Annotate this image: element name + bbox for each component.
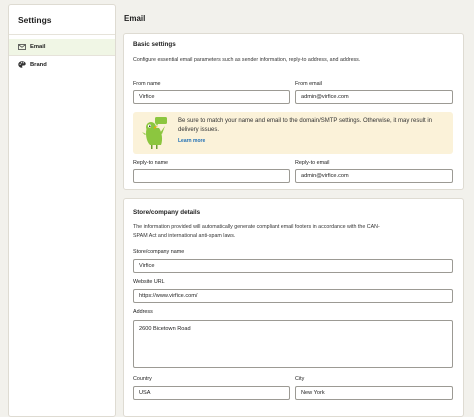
sidebar-item-brand[interactable]: Brand — [9, 56, 115, 73]
reply-to-name-label: Reply-to name — [133, 160, 169, 166]
mascot-icon — [139, 115, 173, 156]
website-url-label: Website URL — [133, 279, 165, 285]
mail-icon — [18, 44, 26, 51]
country-field[interactable]: USA — [133, 386, 290, 400]
basic-settings-description: Configure essential email parameters suc… — [133, 57, 361, 63]
sidebar-item-label: Brand — [30, 61, 47, 68]
settings-sidebar: Settings Email Brand — [8, 4, 116, 417]
city-label: City — [295, 376, 305, 382]
company-name-label: Store/company name — [133, 249, 185, 255]
from-name-label: From name — [133, 81, 161, 87]
website-url-field[interactable]: https://www.virfice.com/ — [133, 289, 453, 303]
company-name-field[interactable]: Virfice — [133, 259, 453, 273]
sidebar-item-label: Email — [30, 44, 46, 50]
address-label: Address — [133, 309, 153, 315]
reply-to-name-field[interactable] — [133, 169, 290, 183]
country-label: Country — [133, 376, 152, 382]
learn-more-link[interactable]: Learn more — [178, 138, 205, 144]
reply-to-email-field[interactable]: admin@virfice.com — [295, 169, 453, 183]
from-email-label: From email — [295, 81, 322, 87]
banner-text: Be sure to match your name and email to … — [178, 118, 433, 133]
address-textarea[interactable]: 2600 Bicetown Road — [133, 320, 453, 368]
from-email-field[interactable]: admin@virfice.com — [295, 90, 453, 104]
reply-to-email-label: Reply-to email — [295, 160, 330, 166]
basic-settings-card: Basic settings Configure essential email… — [123, 33, 464, 190]
sidebar-item-email[interactable]: Email — [9, 39, 115, 56]
from-name-field[interactable]: Virfice — [133, 90, 290, 104]
company-details-description: The information provided will automatica… — [133, 224, 380, 239]
palette-icon — [18, 61, 26, 68]
company-details-title: Store/company details — [133, 209, 201, 216]
page-title: Email — [124, 14, 146, 23]
delivery-warning-banner: Be sure to match your name and email to … — [133, 112, 453, 154]
sidebar-title: Settings — [9, 5, 115, 35]
company-details-card: Store/company details The information pr… — [123, 198, 464, 417]
city-field[interactable]: New York — [295, 386, 453, 400]
basic-settings-title: Basic settings — [133, 41, 176, 48]
